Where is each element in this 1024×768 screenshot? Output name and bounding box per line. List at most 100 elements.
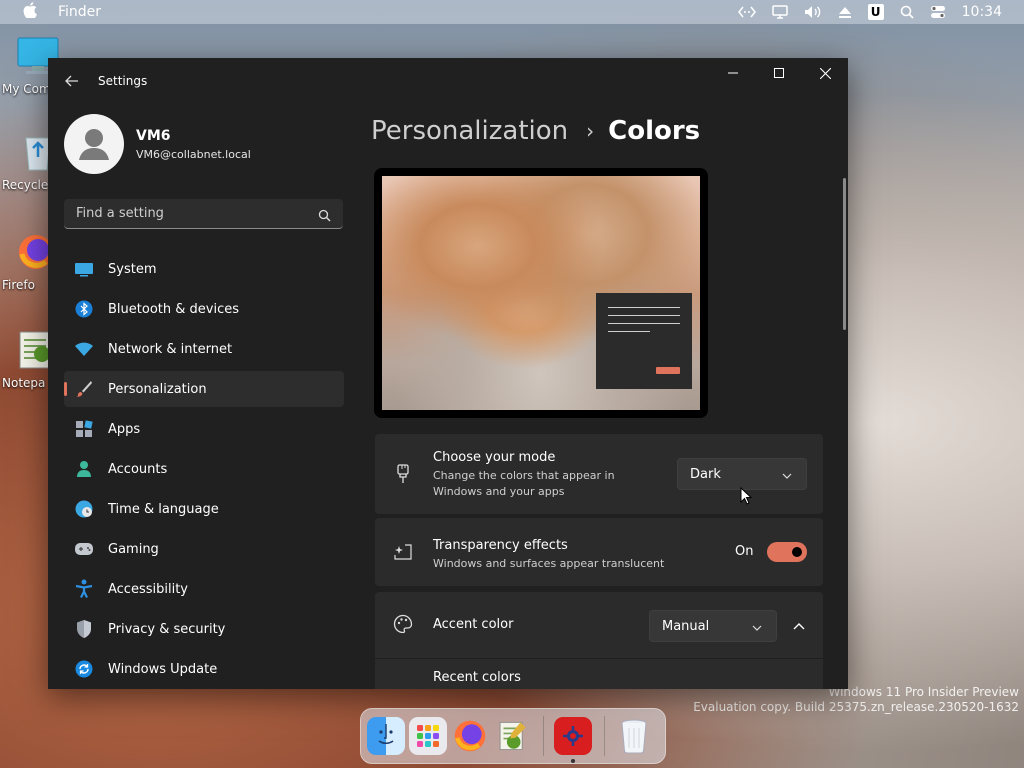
- sidebar-item-accounts[interactable]: Accounts: [64, 451, 344, 487]
- control-center-icon[interactable]: [930, 5, 946, 19]
- title-bar[interactable]: Settings: [48, 58, 848, 104]
- apple-logo-icon[interactable]: [22, 2, 38, 22]
- sidebar-item-gaming[interactable]: Gaming: [64, 531, 344, 567]
- volume-icon[interactable]: [804, 5, 822, 19]
- palette-icon: [393, 614, 413, 634]
- accounts-icon: [74, 459, 94, 479]
- spotlight-search-icon[interactable]: [900, 5, 914, 19]
- minimize-button[interactable]: [710, 58, 756, 88]
- chevron-down-icon: [752, 621, 762, 636]
- window-title: Settings: [98, 74, 148, 88]
- menu-clock[interactable]: 10:34: [962, 4, 1002, 20]
- transparency-description: Windows and surfaces appear translucent: [433, 557, 665, 570]
- eject-icon[interactable]: [838, 5, 852, 19]
- arrow-left-icon: [65, 75, 78, 87]
- sidebar-item-apps[interactable]: Apps: [64, 411, 344, 447]
- sparkle-icon: [393, 542, 413, 562]
- update-icon: [74, 659, 94, 679]
- breadcrumb: Personalization › Colors: [371, 116, 700, 146]
- sidebar-item-label: Personalization: [108, 381, 207, 397]
- maximize-button[interactable]: [756, 58, 802, 88]
- sidebar-item-accessibility[interactable]: Accessibility: [64, 571, 344, 607]
- sidebar-item-windows-update[interactable]: Windows Update: [64, 651, 344, 687]
- apps-icon: [74, 419, 94, 439]
- avatar[interactable]: [64, 114, 124, 174]
- breadcrumb-separator: ›: [586, 119, 595, 143]
- sidebar-item-privacy-security[interactable]: Privacy & security: [64, 611, 344, 647]
- sidebar-item-label: Gaming: [108, 541, 159, 557]
- maximize-icon: [774, 68, 784, 78]
- sidebar-nav: System Bluetooth & devices Network & int…: [64, 251, 344, 689]
- sidebar-item-label: System: [108, 261, 157, 277]
- collapse-accent-button[interactable]: [787, 616, 811, 636]
- gamepad-icon: [74, 539, 94, 559]
- shield-icon: [74, 619, 94, 639]
- chevron-down-icon: [782, 469, 792, 484]
- sidebar-item-label: Privacy & security: [108, 621, 226, 637]
- dock: [360, 708, 666, 764]
- search-box[interactable]: [64, 199, 343, 229]
- code-icon[interactable]: [737, 6, 756, 18]
- mode-title: Choose your mode: [433, 450, 556, 465]
- sidebar-item-label: Accessibility: [108, 581, 188, 597]
- accessibility-icon: [74, 579, 94, 599]
- preview-accent-button: [656, 367, 680, 374]
- mode-description-line1: Change the colors that appear in: [433, 469, 615, 482]
- close-button[interactable]: [802, 58, 848, 88]
- globe-clock-icon: [74, 499, 94, 519]
- transparency-title: Transparency effects: [433, 538, 568, 553]
- display-icon[interactable]: [771, 5, 788, 19]
- mode-dropdown[interactable]: Dark: [677, 458, 807, 490]
- wallpaper-preview-image: [382, 176, 700, 410]
- content-scrollbar[interactable]: [843, 178, 846, 330]
- windows-watermark: Windows 11 Pro Insider Preview Evaluatio…: [693, 685, 1019, 714]
- mode-dropdown-value: Dark: [690, 466, 721, 482]
- launchpad-icon[interactable]: [409, 717, 447, 755]
- page-title: Colors: [608, 116, 701, 146]
- accent-dropdown-value: Manual: [662, 618, 710, 634]
- accent-dropdown[interactable]: Manual: [649, 610, 777, 642]
- bluetooth-icon: [74, 299, 94, 319]
- settings-app-icon[interactable]: [554, 717, 592, 763]
- sidebar-item-personalization[interactable]: Personalization: [64, 371, 344, 407]
- user-icon: [79, 129, 109, 160]
- sidebar-item-label: Windows Update: [108, 661, 218, 677]
- theme-preview: [374, 168, 708, 418]
- menu-bar: Finder U 10:34: [0, 0, 1024, 24]
- finder-icon[interactable]: [367, 717, 405, 755]
- firefox-icon[interactable]: [451, 717, 489, 755]
- sidebar-item-system[interactable]: System: [64, 251, 344, 287]
- sidebar-item-label: Apps: [108, 421, 141, 437]
- mode-description-line2: Windows and your apps: [433, 485, 565, 498]
- sidebar-item-time-language[interactable]: Time & language: [64, 491, 344, 527]
- minimize-icon: [728, 72, 738, 74]
- sidebar-item-network[interactable]: Network & internet: [64, 331, 344, 367]
- sidebar-item-label: Bluetooth & devices: [108, 301, 239, 317]
- wifi-icon: [74, 339, 94, 359]
- back-button[interactable]: [60, 69, 84, 93]
- brush-icon: [74, 379, 94, 399]
- u-badge-icon[interactable]: U: [867, 4, 884, 20]
- breadcrumb-parent[interactable]: Personalization: [371, 116, 568, 146]
- user-name: VM6: [136, 128, 171, 144]
- preview-sample-window: [596, 293, 692, 389]
- accent-title: Accent color: [433, 617, 514, 632]
- notepad-icon[interactable]: [493, 717, 531, 755]
- transparency-card: Transparency effects Windows and surface…: [375, 518, 823, 586]
- recent-colors-label: Recent colors: [433, 670, 521, 685]
- transparency-toggle[interactable]: [767, 542, 807, 562]
- mode-card: Choose your mode Change the colors that …: [375, 434, 823, 514]
- search-input[interactable]: [74, 205, 308, 222]
- sidebar-item-bluetooth[interactable]: Bluetooth & devices: [64, 291, 344, 327]
- sidebar-item-label: Time & language: [108, 501, 219, 517]
- transparency-state-label: On: [735, 544, 754, 559]
- search-icon[interactable]: [318, 207, 331, 226]
- close-icon: [819, 67, 831, 79]
- mouse-cursor-icon: [740, 486, 753, 509]
- sidebar-item-label: Network & internet: [108, 341, 233, 357]
- system-icon: [74, 259, 94, 279]
- app-name[interactable]: Finder: [58, 4, 101, 20]
- trash-icon[interactable]: [615, 717, 653, 755]
- user-email: VM6@collabnet.local: [136, 148, 251, 161]
- accent-card: Accent color Manual Recent colors: [375, 592, 823, 689]
